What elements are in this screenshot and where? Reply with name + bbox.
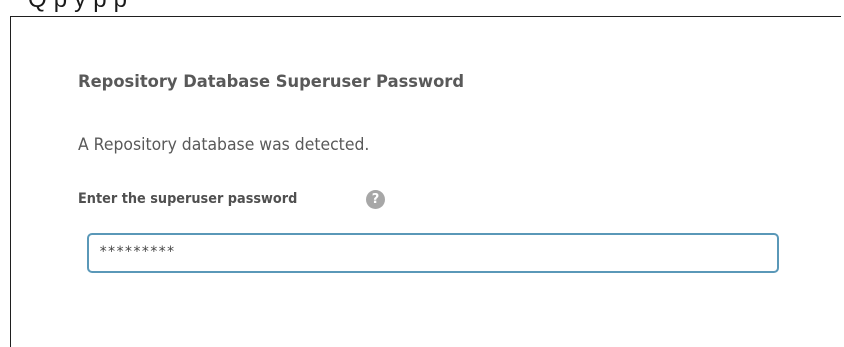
question-mark-circle-icon[interactable]: ?	[366, 190, 385, 209]
panel-title: Repository Database Superuser Password	[78, 72, 465, 92]
password-label-row: Enter the superuser password	[78, 188, 316, 210]
detected-message: A Repository database was detected.	[78, 135, 370, 155]
password-label: Enter the superuser password	[78, 191, 298, 207]
superuser-password-input[interactable]: *********	[87, 233, 779, 273]
password-panel	[10, 16, 841, 347]
clipped-heading-text: Q p y p p	[28, 0, 127, 14]
